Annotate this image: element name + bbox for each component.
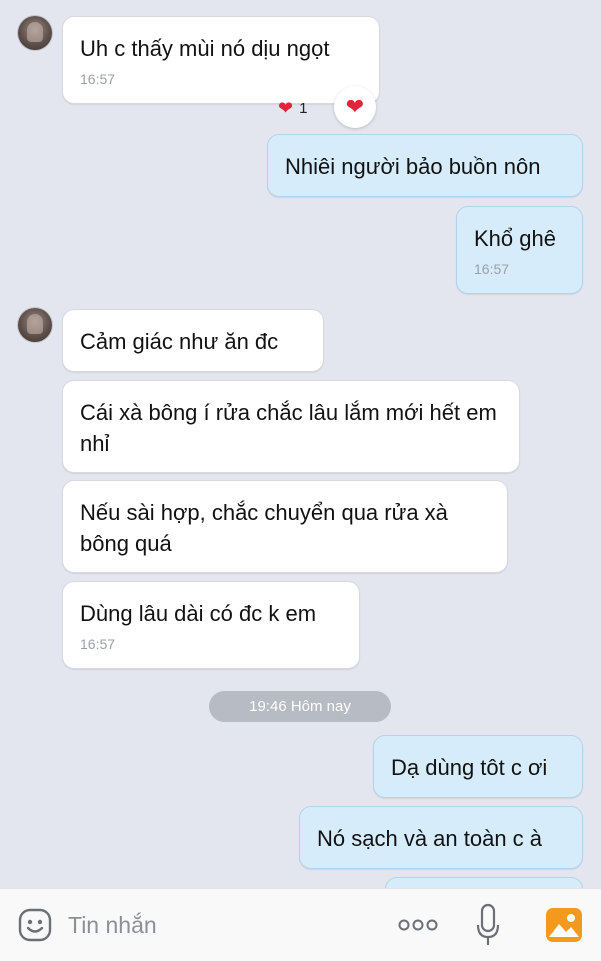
message-bubble-incoming[interactable]: Uh c thấy mùi nó dịu ngọt 16:57 [62,16,380,104]
chat-area: Uh c thấy mùi nó dịu ngọt 16:57 ❤ 1 ❤ Nh… [0,0,601,888]
message-text: Dạ dùng tôt c ơi [391,755,548,780]
photo-icon[interactable] [545,907,583,943]
message-text: Nếu sài hợp, chắc chuyển qua rửa xà bông… [80,500,448,556]
message-bubble-incoming[interactable]: Dùng lâu dài có đc k em 16:57 [62,581,360,669]
avatar[interactable] [18,308,52,342]
heart-icon: ❤ [345,94,365,119]
message-text: Cái xà bông í rửa chắc lâu lắm mới hết e… [80,400,497,456]
heart-icon: ❤ [278,98,294,118]
reaction-count[interactable]: ❤ 1 [278,96,307,120]
message-text: Khổ ghê [474,226,556,251]
message-input-bar [0,888,601,961]
avatar[interactable] [18,16,52,50]
message-bubble-outgoing[interactable]: Khổ ghê 16:57 [456,206,583,294]
reaction-number: 1 [299,99,308,117]
message-bubble-outgoing[interactable]: Nó sạch và an toàn c à [299,806,583,869]
date-divider: 19:46 Hôm nay [209,691,391,722]
message-text: Nó sạch và an toàn c à [317,826,543,851]
message-text: Nhiêi người bảo buồn nôn [285,154,541,179]
message-input[interactable] [68,909,368,941]
message-bubble-outgoing[interactable] [385,877,583,888]
more-icon[interactable] [398,917,438,933]
message-bubble-outgoing[interactable]: Nhiêi người bảo buồn nôn [267,134,583,197]
react-button[interactable]: ❤ [334,86,376,128]
emoji-icon[interactable] [18,908,52,942]
message-time: 16:57 [80,71,116,87]
message-bubble-incoming[interactable]: Cái xà bông í rửa chắc lâu lắm mới hết e… [62,380,520,473]
message-bubble-incoming[interactable]: Nếu sài hợp, chắc chuyển qua rửa xà bông… [62,480,508,573]
message-time: 16:57 [80,636,116,652]
message-bubble-incoming[interactable]: Cảm giác như ăn đc [62,309,324,372]
message-text: Uh c thấy mùi nó dịu ngọt [80,36,330,61]
message-text: Cảm giác như ăn đc [80,329,279,354]
message-text: Dùng lâu dài có đc k em [80,601,317,626]
message-time: 16:57 [474,261,510,277]
mic-icon[interactable] [476,903,500,947]
message-bubble-outgoing[interactable]: Dạ dùng tôt c ơi [373,735,583,798]
